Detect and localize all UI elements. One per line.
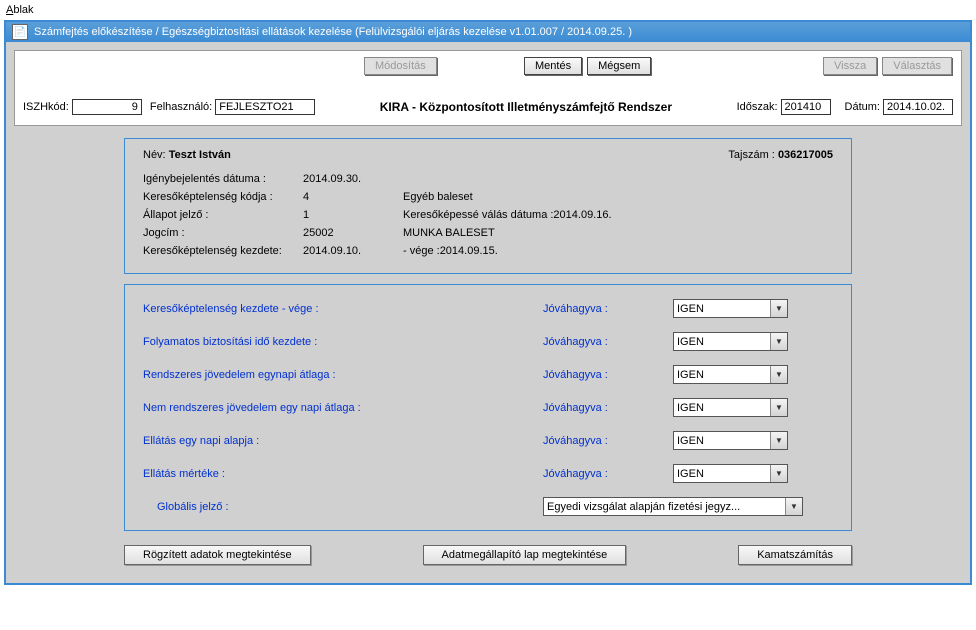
- approval-row: Keresőképtelenség kezdete - vége : Jóváh…: [143, 299, 833, 318]
- idoszak-label: Időszak:: [737, 101, 778, 113]
- kerkod-label: Keresőképtelenség kódja :: [143, 191, 303, 203]
- iszhkod-input[interactable]: [72, 99, 142, 115]
- toolbar-buttons: Módosítás Mentés Mégsem Vissza Választás: [23, 57, 953, 75]
- kervalt-value: 2014.09.16.: [553, 209, 611, 221]
- form-icon: 📄: [12, 24, 28, 40]
- menu-item-window[interactable]: Ablak: [6, 4, 34, 16]
- approved-label: Jóváhagyva :: [543, 303, 673, 315]
- jogcim-value: 25002: [303, 227, 403, 239]
- title-text: Számfejtés előkészítése / Egészségbiztos…: [34, 26, 632, 38]
- taj-label: Tajszám :: [728, 149, 774, 161]
- approval-row: Nem rendszeres jövedelem egy napi átlaga…: [143, 398, 833, 417]
- approval-row: Ellátás mértéke : Jóváhagyva : IGEN: [143, 464, 833, 483]
- approval-label[interactable]: Ellátás mértéke :: [143, 468, 543, 480]
- kerkezd-label: Keresőképtelenség kezdete:: [143, 245, 303, 257]
- center-title: KIRA - Központosított Illetményszámfejtő…: [315, 100, 736, 114]
- cancel-button[interactable]: Mégsem: [587, 57, 651, 75]
- approval-select[interactable]: IGEN: [673, 365, 788, 384]
- save-button[interactable]: Mentés: [524, 57, 582, 75]
- approval-row: Folyamatos biztosítási idő kezdete : Jóv…: [143, 332, 833, 351]
- nev-value: Teszt István: [169, 149, 231, 161]
- allapot-value: 1: [303, 209, 403, 221]
- back-button[interactable]: Vissza: [823, 57, 877, 75]
- content-area: Módosítás Mentés Mégsem Vissza Választás…: [6, 42, 970, 583]
- interest-calc-button[interactable]: Kamatszámítás: [738, 545, 852, 565]
- nev-label: Név:: [143, 149, 166, 161]
- iszhkod-label: ISZHkód:: [23, 101, 69, 113]
- title-bar: 📄 Számfejtés előkészítése / Egészségbizt…: [6, 22, 970, 42]
- approved-label: Jóváhagyva :: [543, 402, 673, 414]
- modify-button[interactable]: Módosítás: [364, 57, 437, 75]
- view-assessment-button[interactable]: Adatmegállapító lap megtekintése: [423, 545, 627, 565]
- global-row: Globális jelző : Egyedi vizsgálat alapjá…: [143, 497, 833, 516]
- global-label: Globális jelző :: [157, 501, 543, 513]
- approval-panel: Keresőképtelenség kezdete - vége : Jóváh…: [124, 284, 852, 531]
- approved-label: Jóváhagyva :: [543, 336, 673, 348]
- approval-label[interactable]: Keresőképtelenség kezdete - vége :: [143, 303, 543, 315]
- approval-row: Ellátás egy napi alapja : Jóváhagyva : I…: [143, 431, 833, 450]
- approval-row: Rendszeres jövedelem egynapi átlaga : Jó…: [143, 365, 833, 384]
- kervege-label: - vége :: [403, 245, 440, 257]
- approval-select[interactable]: IGEN: [673, 299, 788, 318]
- bottom-buttons: Rögzített adatok megtekintése Adatmegáll…: [124, 545, 852, 565]
- approved-label: Jóváhagyva :: [543, 369, 673, 381]
- kervege-value: 2014.09.15.: [440, 245, 498, 257]
- idoszak-input[interactable]: [781, 99, 831, 115]
- taj-value: 036217005: [778, 149, 833, 161]
- jogcim-label: Jogcím :: [143, 227, 303, 239]
- kerkod-value: 4: [303, 191, 403, 203]
- approval-label[interactable]: Nem rendszeres jövedelem egy napi átlaga…: [143, 402, 543, 414]
- kervalt-label: Keresőképessé válás dátuma :: [403, 209, 553, 221]
- approval-select[interactable]: IGEN: [673, 398, 788, 417]
- approval-select[interactable]: IGEN: [673, 332, 788, 351]
- approval-label[interactable]: Ellátás egy napi alapja :: [143, 435, 543, 447]
- datum-label: Dátum:: [845, 101, 880, 113]
- menu-bar: Ablak: [0, 0, 976, 20]
- approval-label[interactable]: Folyamatos biztosítási idő kezdete :: [143, 336, 543, 348]
- header-panel: Módosítás Mentés Mégsem Vissza Választás…: [14, 50, 962, 126]
- header-info-row: ISZHkód: Felhasználó: KIRA - Központosít…: [23, 99, 953, 115]
- felhasznalo-label: Felhasználó:: [150, 101, 212, 113]
- igeny-label: Igénybejelentés dátuma :: [143, 173, 303, 185]
- approval-select[interactable]: IGEN: [673, 464, 788, 483]
- approved-label: Jóváhagyva :: [543, 435, 673, 447]
- igeny-value: 2014.09.30.: [303, 173, 403, 185]
- approved-label: Jóváhagyva :: [543, 468, 673, 480]
- select-button[interactable]: Választás: [882, 57, 952, 75]
- datum-input[interactable]: [883, 99, 953, 115]
- approval-select[interactable]: IGEN: [673, 431, 788, 450]
- window-frame: 📄 Számfejtés előkészítése / Egészségbizt…: [4, 20, 972, 585]
- summary-panel: Név: Teszt István Tajszám : 036217005 Ig…: [124, 138, 852, 274]
- view-recorded-button[interactable]: Rögzített adatok megtekintése: [124, 545, 311, 565]
- kerkod-desc: Egyéb baleset: [403, 191, 603, 203]
- jogcim-desc: MUNKA BALESET: [403, 227, 603, 239]
- kerkezd-value: 2014.09.10.: [303, 245, 403, 257]
- allapot-label: Állapot jelző :: [143, 209, 303, 221]
- approval-label[interactable]: Rendszeres jövedelem egynapi átlaga :: [143, 369, 543, 381]
- global-select[interactable]: Egyedi vizsgálat alapján fizetési jegyz.…: [543, 497, 803, 516]
- felhasznalo-input[interactable]: [215, 99, 315, 115]
